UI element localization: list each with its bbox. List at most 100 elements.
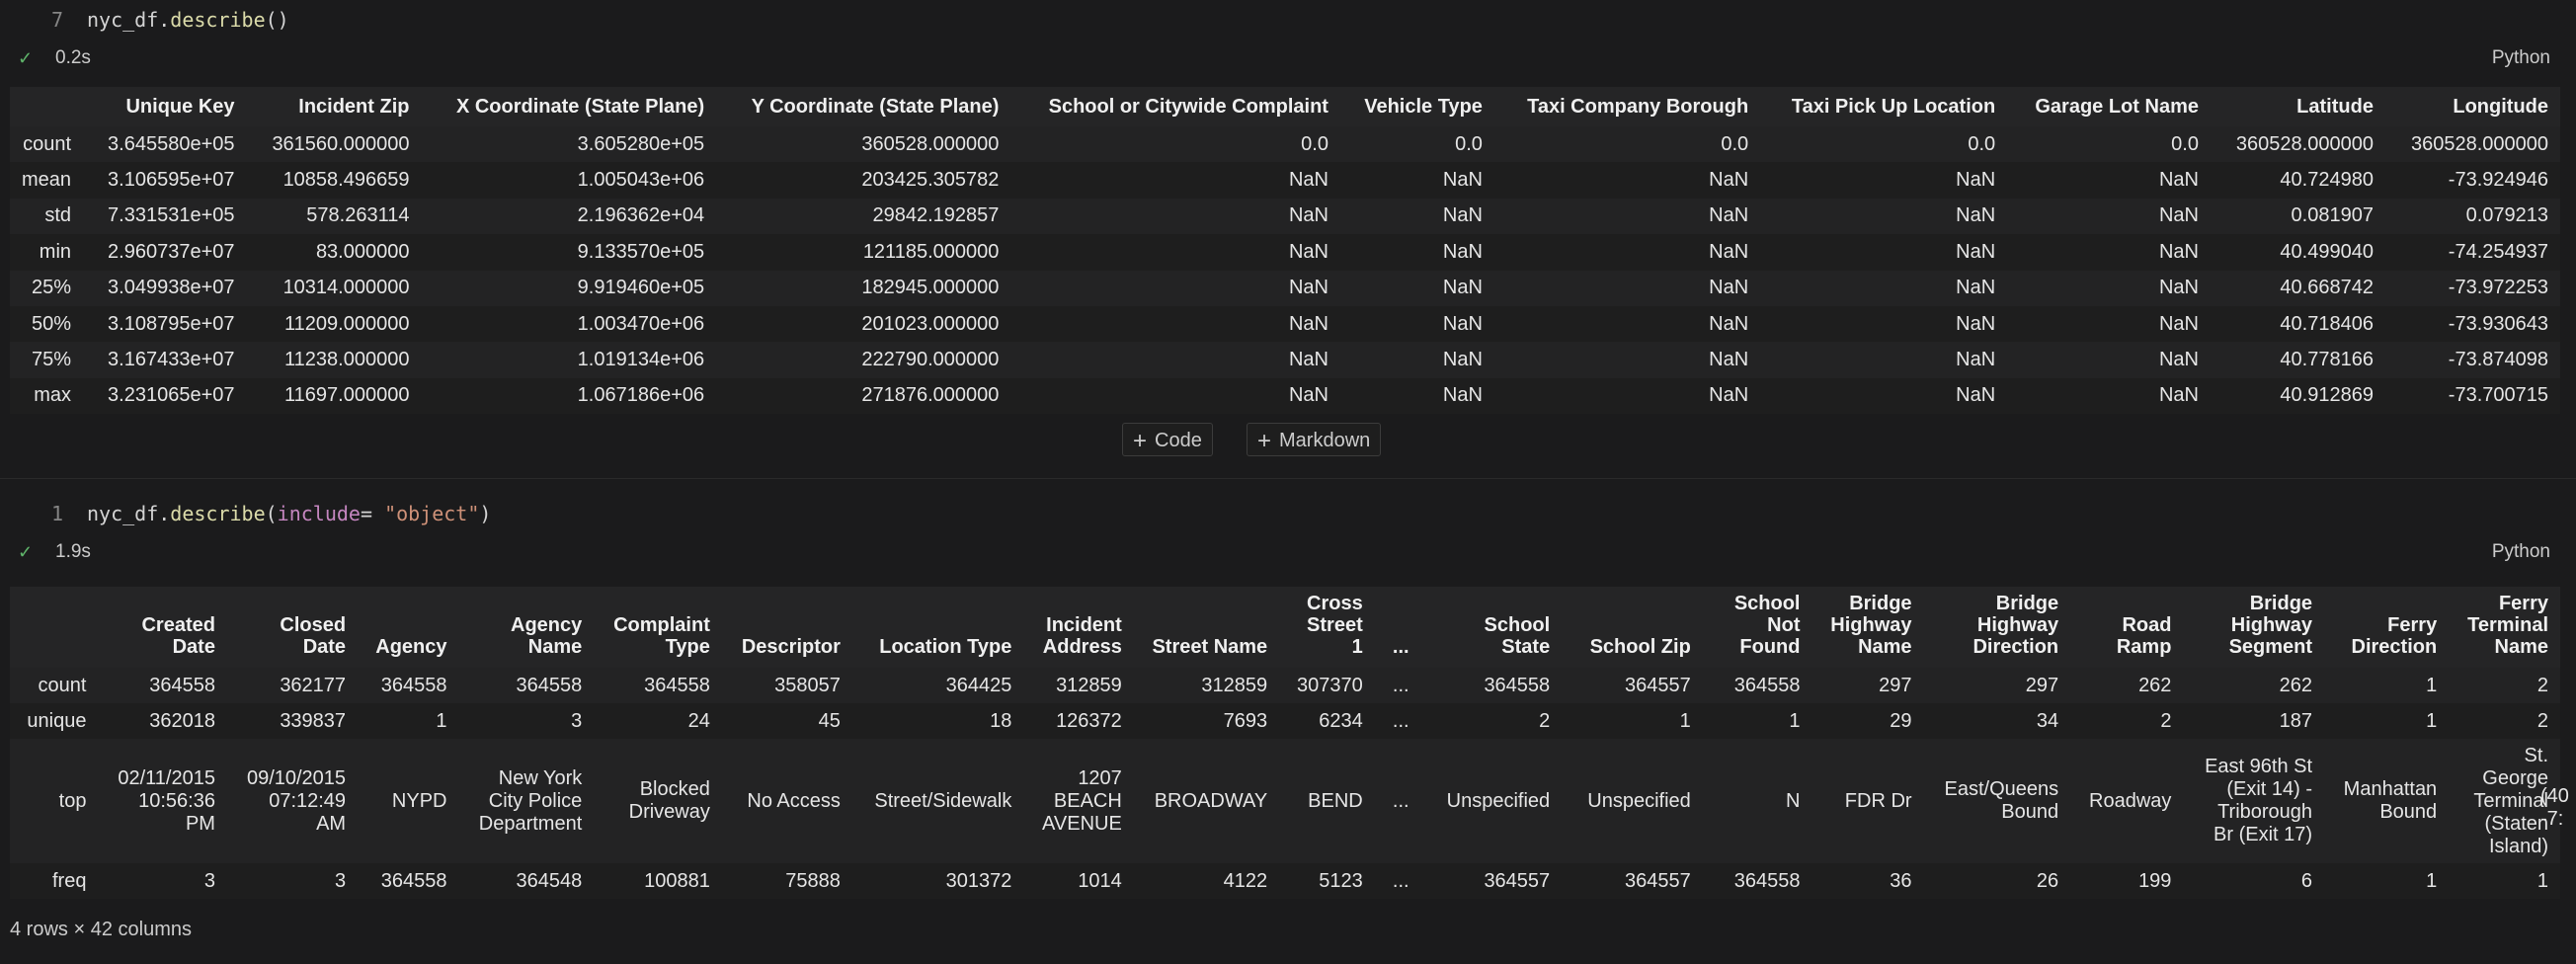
table-cell: 3.645580e+05 xyxy=(108,132,235,155)
table-cell: 1014 xyxy=(1078,869,1122,892)
table-cell: NaN xyxy=(1442,169,1483,192)
code-cell-1-line[interactable]: 7 nyc_df.describe() xyxy=(0,2,2576,38)
table-cell: Unspecified xyxy=(1587,789,1691,812)
table-cell: 1.005043e+06 xyxy=(577,169,705,192)
execution-time: 1.9s xyxy=(55,541,91,562)
table-cell: 1 xyxy=(2426,674,2438,696)
table-cell: NaN xyxy=(1709,169,1749,192)
table-cell: 364558 xyxy=(1733,674,1801,696)
table-cell: NaN xyxy=(1442,240,1483,263)
table-header-cell: Agency xyxy=(375,636,447,658)
table-header-cell: Bridge Highway Direction xyxy=(1972,593,2059,658)
table-cell: 45 xyxy=(818,709,841,732)
table-cell: 271876.000000 xyxy=(861,384,1000,407)
table-cell: 0.0 xyxy=(1721,132,1749,155)
table-cell: 75888 xyxy=(785,869,841,892)
row-index-label: max xyxy=(34,384,72,407)
table-cell: NaN xyxy=(1956,277,1996,299)
table-cell: Manhattan Bound xyxy=(2343,778,2438,823)
table-cell: 40.718406 xyxy=(2280,312,2374,335)
table-row: top 02/11/2015 10:56:36 PM 09/10/2015 07:1… xyxy=(10,739,2560,863)
add-markdown-cell-button[interactable]: + Markdown xyxy=(1247,423,1382,456)
row-index-label: count xyxy=(23,132,72,155)
row-index-label: 25% xyxy=(32,277,72,299)
table-cell: 4122 xyxy=(1223,869,1268,892)
language-label[interactable]: Python xyxy=(2492,40,2550,76)
table-cell: 2 xyxy=(1539,709,1551,732)
table-header-cell: School State xyxy=(1484,614,1551,658)
table-cell: 360528.000000 xyxy=(2410,132,2548,155)
table-cell: N xyxy=(1786,789,1801,812)
execution-time: 0.2s xyxy=(55,47,91,68)
table-cell: 40.499040 xyxy=(2280,240,2374,263)
table-cell: 0.081907 xyxy=(2291,204,2374,227)
table-cell: NaN xyxy=(1442,204,1483,227)
table-header-cell: Bridge Highway Name xyxy=(1830,593,1912,658)
table-cell: ... xyxy=(1392,789,1409,812)
table-cell: 3 xyxy=(203,869,215,892)
table-cell: 1.019134e+06 xyxy=(577,349,705,371)
table-cell: NaN xyxy=(1709,312,1749,335)
table-cell: 262 xyxy=(2138,674,2172,696)
table-cell: BROADWAY xyxy=(1154,789,1268,812)
table-shape-footer: 4 rows × 42 columns xyxy=(10,919,192,940)
table-cell: NaN xyxy=(2158,240,2199,263)
table-cell: 358057 xyxy=(774,674,841,696)
table-cell: 339837 xyxy=(280,709,347,732)
table-row: unique 362018 339837 1 3 24 45 18 126372 7693 6234… xyxy=(10,703,2560,739)
table-cell: 1 xyxy=(2536,869,2548,892)
table-row: count 364558 362177 364558 364558 364558 35805… xyxy=(10,668,2560,703)
table-cell: NaN xyxy=(2158,384,2199,407)
table-cell: 3 xyxy=(571,709,583,732)
table-cell: -73.972253 xyxy=(2448,277,2548,299)
table-cell: 126372 xyxy=(1056,709,1122,732)
plus-icon: + xyxy=(1133,428,1148,454)
table-cell: 362177 xyxy=(280,674,347,696)
table-row: count 3.645580e+05 361560.000000 3.605280e+… xyxy=(10,126,2560,163)
table-header-cell: X Coordinate (State Plane) xyxy=(455,95,705,118)
checkmark-icon: ✓ xyxy=(18,542,34,562)
table-cell: 9.919460e+05 xyxy=(577,277,705,299)
table-cell: 364558 xyxy=(149,674,215,696)
table-cell: NaN xyxy=(1709,277,1749,299)
table-cell: 2 xyxy=(2536,709,2548,732)
add-cell-toolbar: + Code + Markdown xyxy=(0,423,2576,458)
truncated-column-fragment: (40 -7: xyxy=(2540,785,2569,830)
code-cell-2-line[interactable]: 1 nyc_df.describe(include= "object") xyxy=(0,496,2576,531)
table-cell: BEND xyxy=(1308,789,1363,812)
plus-icon: + xyxy=(1257,428,1272,454)
row-index-label: 75% xyxy=(32,349,72,371)
table-cell: -73.924946 xyxy=(2448,169,2548,192)
add-code-cell-button[interactable]: + Code xyxy=(1122,423,1213,456)
table-cell: 364558 xyxy=(516,674,583,696)
table-cell: NaN xyxy=(1288,384,1328,407)
execution-status-row: ✓ 0.2s Python xyxy=(0,40,2576,76)
table-header-cell: Street Name xyxy=(1152,636,1268,658)
table-cell: 0.0 xyxy=(1301,132,1328,155)
table-header-row: Created Date Closed Date Agency Agency N… xyxy=(10,587,2560,668)
table-cell: 7.331531e+05 xyxy=(108,204,235,227)
table-cell: 364425 xyxy=(945,674,1012,696)
table-cell: Blocked Driveway xyxy=(628,778,710,823)
row-index-label: min xyxy=(39,240,72,263)
table-cell: NaN xyxy=(1709,384,1749,407)
table-cell: 83.000000 xyxy=(315,240,410,263)
table-header-cell: Location Type xyxy=(879,636,1012,658)
table-header-cell: Ferry Terminal Name xyxy=(2467,593,2548,658)
table-row: 50% 3.108795e+07 11209.000000 1.003470e+06 2… xyxy=(10,305,2560,343)
describe-object-output-table: Created Date Closed Date Agency Agency N… xyxy=(10,587,2560,899)
table-cell: NaN xyxy=(1956,204,1996,227)
table-cell: -74.254937 xyxy=(2448,240,2548,263)
row-index-label: std xyxy=(44,204,72,227)
table-cell: 222790.000000 xyxy=(861,349,1000,371)
table-header-cell: Descriptor xyxy=(741,636,841,658)
table-header-cell xyxy=(10,87,83,126)
execution-status-row: ✓ 1.9s Python xyxy=(0,534,2576,570)
table-header-cell: Garage Lot Name xyxy=(2035,95,2199,118)
table-cell: No Access xyxy=(747,789,841,812)
language-label[interactable]: Python xyxy=(2492,534,2550,570)
table-cell: 0.0 xyxy=(2171,132,2199,155)
line-number: 1 xyxy=(50,502,63,525)
table-cell: 203425.305782 xyxy=(861,169,1000,192)
table-cell: East 96th St (Exit 14) - Triborough Br (… xyxy=(2205,756,2313,845)
